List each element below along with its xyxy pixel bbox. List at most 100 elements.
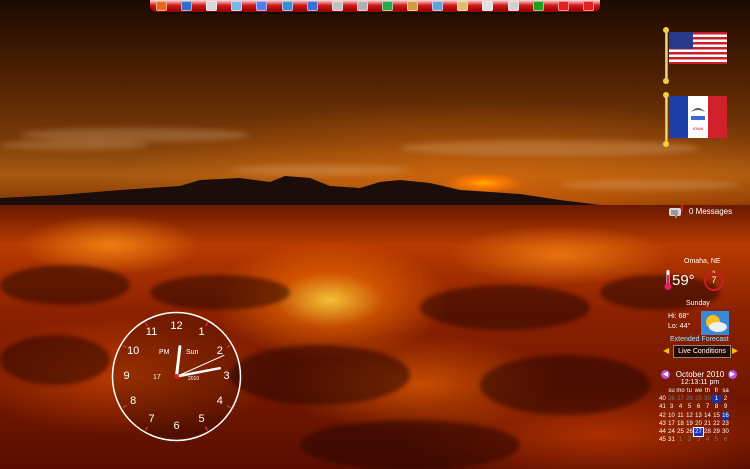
calendar-prev-icon[interactable]: ◀: [661, 370, 670, 379]
calendar-day[interactable]: 29: [712, 428, 721, 436]
keyboard-icon[interactable]: [482, 1, 494, 11]
calendar-day[interactable]: 2: [685, 436, 694, 444]
messages-gadget[interactable]: 0 Messages: [668, 204, 748, 218]
calendar-day[interactable]: 12: [685, 412, 694, 420]
calendar-day[interactable]: 4: [703, 436, 712, 444]
clock-numeral: 3: [223, 369, 230, 382]
greenball-icon[interactable]: [532, 1, 544, 11]
weather-temperature: 59°: [672, 272, 695, 289]
calendar-day[interactable]: 31: [667, 436, 676, 444]
calendar-day[interactable]: 11: [676, 412, 685, 420]
clock-numeral: 8: [130, 394, 137, 407]
live-conditions-button[interactable]: Live Conditions: [673, 345, 731, 358]
clock-date: 17: [153, 374, 161, 381]
calendar-day[interactable]: 3: [667, 403, 676, 411]
calendar-week-row: 45 31 1 2 3 4 5 6: [658, 436, 730, 444]
cut-icon[interactable]: [507, 1, 519, 11]
analog-clock: 12 1 2 3 4 5 6 7 8 9 10 11 PM Sun 17 2010: [111, 311, 242, 442]
mailbox-icon: [669, 204, 683, 218]
ie-icon[interactable]: [306, 1, 318, 11]
calendar-day[interactable]: 26: [667, 395, 676, 403]
key-icon[interactable]: [407, 1, 419, 11]
calendar-week-row: 43 17 18 19 20 21 22 23: [658, 420, 730, 428]
calendar-week-number: 42: [659, 412, 666, 419]
extended-forecast-link[interactable]: Extended Forecast: [670, 336, 729, 343]
flag-pole: [665, 96, 668, 144]
globe-icon[interactable]: [181, 1, 193, 11]
calendar-day[interactable]: 14: [703, 412, 712, 420]
calendar-day[interactable]: 24: [667, 428, 676, 436]
calendar-day[interactable]: 22: [712, 420, 721, 428]
flag-pole-knob: [663, 78, 669, 84]
calendar-day[interactable]: 21: [703, 420, 712, 428]
calendar-day[interactable]: 29: [694, 395, 703, 403]
calendar-day[interactable]: 6: [694, 403, 703, 411]
clock-numeral: 6: [173, 419, 180, 432]
recycle-icon[interactable]: [256, 1, 268, 11]
calendar-day[interactable]: 15: [712, 412, 721, 420]
user-folder-icon[interactable]: [457, 1, 469, 11]
calendar-day[interactable]: 27: [676, 395, 685, 403]
calendar-day[interactable]: 2: [721, 395, 730, 403]
calendar-day[interactable]: 16: [721, 411, 730, 420]
skype-icon[interactable]: [381, 1, 393, 11]
calendar-weekday-header: su: [668, 388, 675, 395]
calendar-day[interactable]: 18: [676, 420, 685, 428]
calendar-day[interactable]: 10: [667, 412, 676, 420]
previous-arrow-icon[interactable]: ◀: [663, 346, 669, 355]
weather-city: Omaha, NE: [684, 258, 721, 265]
firefox-icon[interactable]: [156, 1, 167, 11]
calendar-day-today[interactable]: 27: [693, 426, 704, 438]
calendar-day[interactable]: 7: [703, 403, 712, 411]
flag-pole-knob: [663, 141, 669, 147]
notes-icon[interactable]: [231, 1, 243, 11]
calendar-day[interactable]: 13: [694, 412, 703, 420]
calendar-next-icon[interactable]: ▶: [728, 370, 737, 379]
calendar-day[interactable]: 3: [694, 436, 703, 444]
clock-numeral: 7: [148, 412, 155, 425]
calendar-week-number: 41: [659, 404, 666, 411]
calendar-week-row: 42 10 11 12 13 14 15 16: [658, 411, 730, 420]
next-arrow-icon[interactable]: ▶: [732, 346, 738, 355]
dock-toolbar: [150, 0, 600, 12]
calendar-corner: [658, 387, 667, 395]
calendar-day[interactable]: 23: [721, 420, 730, 428]
calendar-day[interactable]: 19: [685, 420, 694, 428]
calendar-day[interactable]: 1: [676, 436, 685, 444]
block-icon[interactable]: [582, 1, 594, 11]
calendar-weekday-header: fr: [714, 388, 719, 395]
calendar-grid: su mo tu we th fr sa 40 26 27 28 29 30 1 2 41 3 4 5 6 7 8 9 42 1…: [658, 387, 730, 444]
messages-label: 0 Messages: [689, 206, 733, 216]
calendar-day[interactable]: 1: [712, 395, 721, 404]
network-folder-icon[interactable]: [432, 1, 444, 11]
weather-day: Sunday: [686, 300, 710, 307]
calendar-day[interactable]: 5: [712, 436, 721, 444]
calendar-day[interactable]: 28: [703, 428, 712, 436]
network-icon[interactable]: [281, 1, 293, 11]
document-icon[interactable]: [206, 1, 218, 11]
calendar-week-number: 43: [659, 420, 666, 427]
weather-high: Hi: 68°: [668, 313, 690, 320]
pen-icon[interactable]: [356, 1, 368, 11]
power-icon[interactable]: [557, 1, 569, 11]
calendar-day[interactable]: 25: [676, 428, 685, 436]
clock-numeral: 11: [145, 326, 158, 339]
calendar-gadget: ◀ October 2010 ▶ 12:13:11 pm su mo tu we th f…: [658, 368, 740, 468]
compass-value: 7: [711, 275, 717, 285]
calendar-day[interactable]: 30: [703, 395, 712, 403]
calendar-day[interactable]: 9: [721, 403, 730, 411]
calendar-day[interactable]: 8: [712, 403, 721, 411]
calendar-day[interactable]: 17: [667, 420, 676, 428]
tools-icon[interactable]: [331, 1, 343, 11]
calendar-day[interactable]: 5: [685, 403, 694, 411]
calendar-day[interactable]: 26: [685, 428, 694, 436]
calendar-day[interactable]: 20: [694, 420, 703, 428]
weather-low: Lo: 44°: [668, 323, 691, 330]
calendar-day[interactable]: 6: [721, 436, 730, 444]
calendar-day[interactable]: 4: [676, 403, 685, 411]
calendar-week-row: 44 24 25 26 27 28 29 30: [658, 426, 730, 438]
calendar-day[interactable]: 30: [721, 428, 730, 436]
calendar-week-number: 44: [659, 429, 666, 436]
flag-pole: [665, 31, 668, 81]
calendar-day[interactable]: 28: [685, 395, 694, 403]
